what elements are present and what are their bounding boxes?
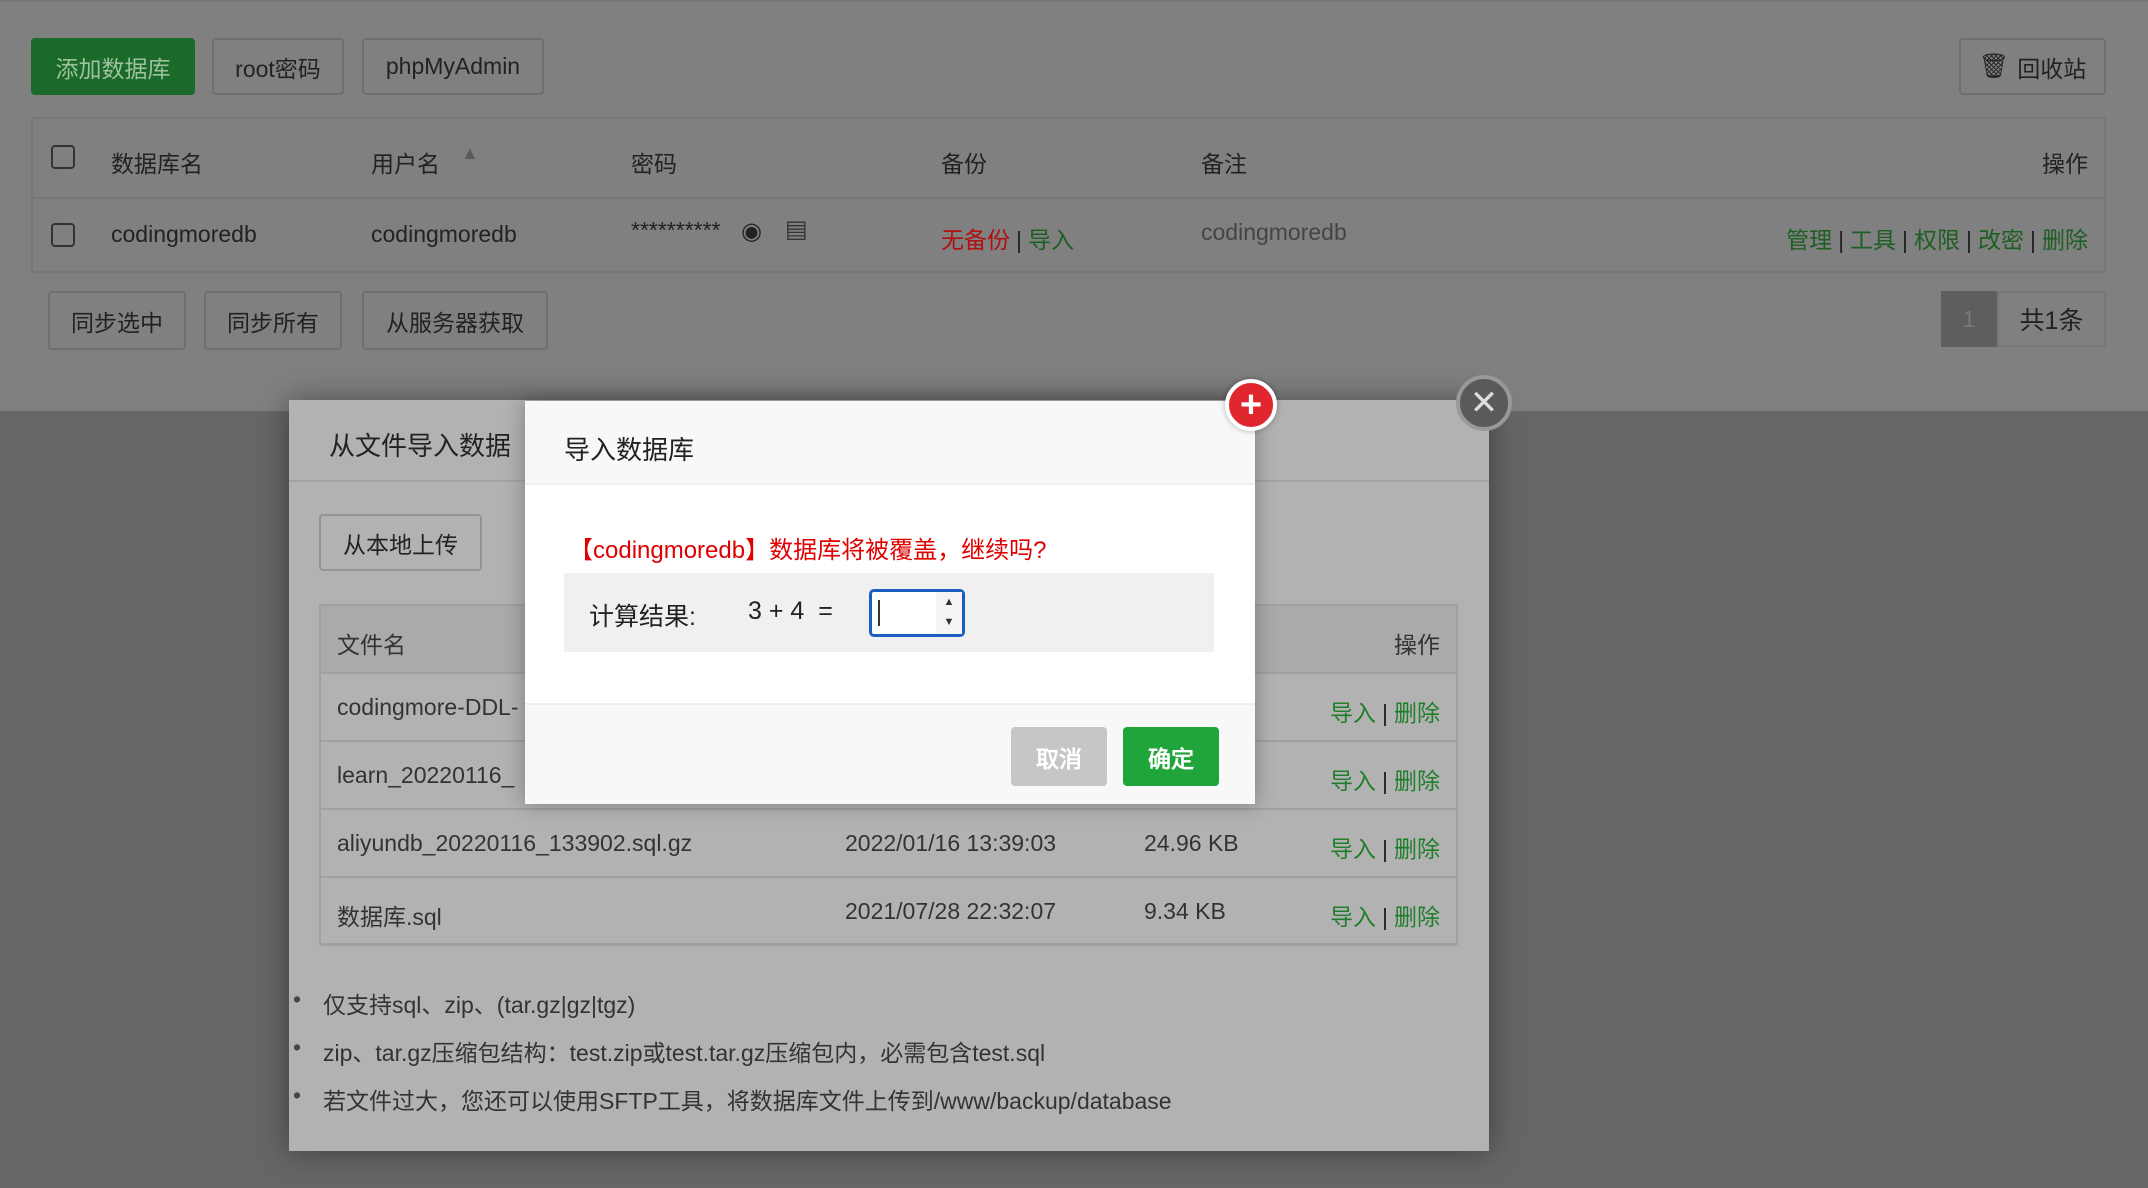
sync-all-button[interactable]: 同步所有	[204, 291, 342, 350]
database-table: 数据库名 用户名 ▲ 密码 备份 备注 操作 codingmoredb codi…	[31, 117, 2106, 273]
header-actions: 操作	[2042, 145, 2088, 179]
header-file-actions: 操作	[1394, 626, 1440, 660]
root-password-button[interactable]: root密码	[212, 38, 344, 95]
calc-expression: 3 + 4 =	[748, 597, 833, 626]
recycle-bin-button[interactable]: 🗑 回收站	[1959, 38, 2106, 95]
confirm-header: 导入数据库	[525, 401, 1255, 485]
file-delete-link[interactable]: 删除	[1394, 700, 1440, 726]
file-row: aliyundb_20220116_133902.sql.gz 2022/01/…	[321, 810, 1456, 878]
file-import-link[interactable]: 导入	[1330, 836, 1376, 862]
header-note: 备注	[1201, 145, 1247, 179]
header-password: 密码	[631, 145, 677, 179]
select-all-checkbox[interactable]	[51, 145, 75, 169]
db-user: codingmoredb	[371, 221, 517, 248]
permission-link[interactable]: 权限	[1914, 227, 1960, 253]
confirm-footer: 取消 确定	[525, 703, 1255, 804]
plus-icon: +	[1225, 379, 1277, 431]
database-page: 添加数据库 root密码 phpMyAdmin 🗑 回收站 数据库名 用户名 ▲ …	[0, 0, 2148, 411]
file-delete-link[interactable]: 删除	[1394, 904, 1440, 930]
page-1-button[interactable]: 1	[1941, 291, 1997, 347]
answer-input[interactable]: ▲▼	[869, 589, 965, 637]
db-password: **********	[631, 217, 721, 244]
file-size: 24.96 KB	[1144, 830, 1239, 857]
change-password-link[interactable]: 改密	[1978, 227, 2024, 253]
file-import-link[interactable]: 导入	[1330, 768, 1376, 794]
db-name: codingmoredb	[111, 221, 257, 248]
row-actions: 管理|工具|权限|改密|删除	[1786, 221, 2088, 255]
upload-local-button[interactable]: 从本地上传	[319, 514, 482, 571]
cancel-button[interactable]: 取消	[1011, 727, 1107, 786]
file-delete-link[interactable]: 删除	[1394, 836, 1440, 862]
file-name: learn_20220116_	[337, 762, 514, 789]
overwrite-warning: 【codingmoredb】数据库将被覆盖，继续吗?	[569, 530, 1046, 565]
file-import-link[interactable]: 导入	[1330, 904, 1376, 930]
header-db-name: 数据库名	[111, 145, 203, 179]
header-filename: 文件名	[337, 626, 406, 660]
file-size: 9.34 KB	[1144, 898, 1226, 925]
file-name: aliyundb_20220116_133902.sql.gz	[337, 830, 692, 857]
total-count: 共1条	[1997, 291, 2106, 347]
sort-asc-icon[interactable]: ▲	[461, 143, 479, 164]
file-time: 2022/01/16 13:39:03	[845, 830, 1056, 857]
sync-selected-button[interactable]: 同步选中	[48, 291, 186, 350]
dialog-title: 从文件导入数据	[329, 426, 511, 463]
note-item: zip、tar.gz压缩包结构：test.zip或test.tar.gz压缩包内…	[323, 1034, 1045, 1068]
confirm-import-dialog: 导入数据库 【codingmoredb】数据库将被覆盖，继续吗? 计算结果: 3…	[525, 401, 1255, 804]
calc-label: 计算结果:	[589, 597, 696, 633]
file-import-link[interactable]: 导入	[1330, 700, 1376, 726]
tools-link[interactable]: 工具	[1850, 227, 1896, 253]
import-link[interactable]: 导入	[1028, 227, 1074, 253]
captcha-box: 计算结果: 3 + 4 = ▲▼	[564, 573, 1214, 652]
file-time: 2021/07/28 22:32:07	[845, 898, 1056, 925]
text-cursor	[878, 600, 880, 626]
delete-link[interactable]: 删除	[2042, 227, 2088, 253]
db-note: codingmoredb	[1201, 219, 1347, 246]
file-name: codingmore-DDL-	[337, 694, 519, 721]
row-checkbox[interactable]	[51, 223, 75, 247]
confirm-button[interactable]: 确定	[1123, 727, 1219, 786]
recycle-label: 回收站	[2017, 50, 2086, 84]
manage-link[interactable]: 管理	[1786, 227, 1832, 253]
fetch-from-server-button[interactable]: 从服务器获取	[362, 291, 548, 350]
note-item: 仅支持sql、zip、(tar.gz|gz|tgz)	[323, 986, 635, 1020]
table-row: codingmoredb codingmoredb ********** ◉ ▤…	[33, 199, 2104, 273]
add-database-button[interactable]: 添加数据库	[31, 38, 195, 95]
copy-icon[interactable]: ▤	[785, 215, 808, 244]
confirm-title: 导入数据库	[564, 430, 694, 467]
table-header: 数据库名 用户名 ▲ 密码 备份 备注 操作	[33, 119, 2104, 199]
header-backup: 备份	[941, 145, 987, 179]
header-username[interactable]: 用户名	[371, 145, 440, 179]
file-name: 数据库.sql	[337, 898, 442, 932]
file-delete-link[interactable]: 删除	[1394, 768, 1440, 794]
file-row: 数据库.sql 2021/07/28 22:32:07 9.34 KB 导入|删…	[321, 878, 1456, 946]
no-backup-text: 无备份	[941, 227, 1010, 253]
note-item: 若文件过大，您还可以使用SFTP工具，将数据库文件上传到/www/backup/…	[323, 1082, 1172, 1116]
eye-icon[interactable]: ◉	[741, 217, 762, 246]
trash-icon: 🗑	[1979, 52, 2009, 81]
number-stepper[interactable]: ▲▼	[936, 592, 962, 634]
close-icon[interactable]: ✕	[1456, 375, 1512, 431]
phpmyadmin-button[interactable]: phpMyAdmin	[362, 38, 544, 95]
